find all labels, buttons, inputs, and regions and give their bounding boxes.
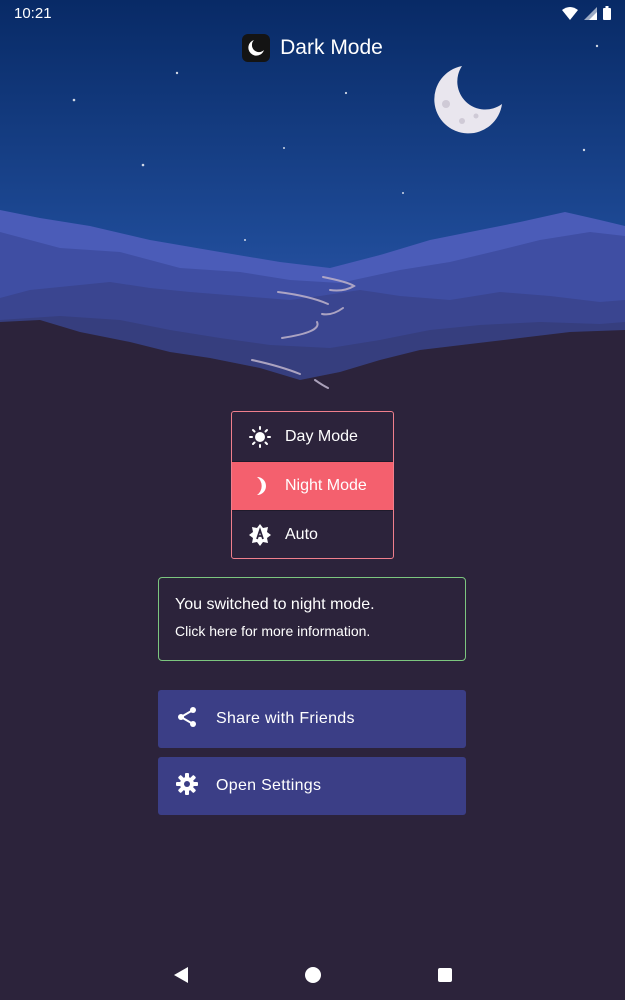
home-icon[interactable]: [301, 963, 325, 987]
app-header: Dark Mode: [0, 34, 625, 62]
info-card-title: You switched to night mode.: [175, 596, 375, 613]
share-icon: [176, 706, 198, 733]
night-mode-label: Night Mode: [285, 477, 367, 494]
crescent-moon-icon: [242, 34, 271, 62]
night-mode-option[interactable]: Night Mode: [232, 461, 393, 510]
open-settings-label: Open Settings: [216, 777, 322, 794]
crescent-moon-icon: [249, 475, 271, 497]
battery-icon: [603, 6, 611, 20]
recents-icon[interactable]: [433, 963, 457, 987]
auto-brightness-icon: [249, 524, 271, 546]
open-settings-button[interactable]: Open Settings: [158, 757, 466, 815]
signal-icon: [584, 6, 597, 20]
share-button-label: Share with Friends: [216, 710, 355, 727]
app-title: Dark Mode: [280, 36, 383, 59]
day-mode-label: Day Mode: [285, 427, 358, 445]
navigation-bar: [0, 950, 625, 1000]
share-button[interactable]: Share with Friends: [158, 690, 466, 748]
sun-icon: [249, 425, 271, 448]
gear-icon: [176, 772, 198, 800]
status-bar: 10:21: [0, 0, 625, 26]
wifi-icon: [562, 6, 578, 20]
status-time: 10:21: [14, 4, 52, 22]
mode-selector: Day Mode Night Mode Auto: [231, 411, 394, 559]
day-mode-option[interactable]: Day Mode: [232, 412, 393, 461]
info-card[interactable]: You switched to night mode. Click here f…: [158, 577, 466, 661]
back-icon[interactable]: [169, 963, 193, 987]
auto-mode-label: Auto: [285, 526, 318, 543]
auto-mode-option[interactable]: Auto: [232, 510, 393, 558]
info-card-subtitle: Click here for more information.: [175, 623, 371, 639]
